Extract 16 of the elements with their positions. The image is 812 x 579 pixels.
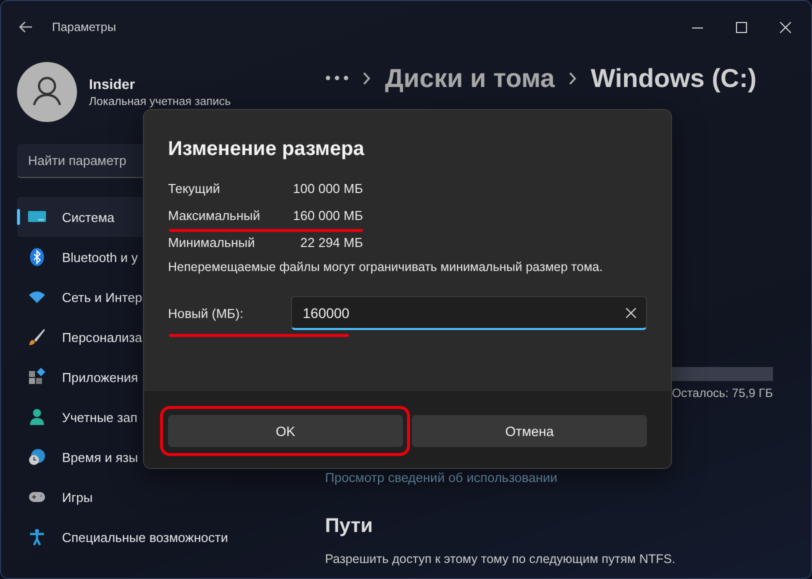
- profile-name: Insider: [89, 76, 136, 92]
- size-value: 22 294 МБ: [300, 235, 363, 250]
- size-value: 100 000 МБ: [293, 181, 363, 196]
- breadcrumb-item: Windows (C:): [590, 62, 757, 94]
- section-heading: Пути: [325, 515, 374, 538]
- dialog-title: Изменение размера: [168, 138, 366, 161]
- window-title: Параметры: [52, 20, 116, 34]
- size-label: Максимальный: [168, 208, 260, 223]
- dialog-note: Неперемещаемые файлы могут ограничивать минимальный размер тома.: [168, 260, 604, 274]
- section-text: Разрешить доступ к этому тому по следующим путям NTFS.: [325, 552, 676, 566]
- new-size-label: Новый (МБ):: [168, 306, 244, 320]
- account-type: Локальная учетная запись: [89, 96, 231, 108]
- size-value: 160 000 МБ: [293, 208, 363, 223]
- remaining-space: Осталось: 75,9 ГБ: [672, 386, 773, 400]
- size-label: Текущий: [168, 181, 220, 196]
- size-label: Минимальный: [168, 235, 255, 250]
